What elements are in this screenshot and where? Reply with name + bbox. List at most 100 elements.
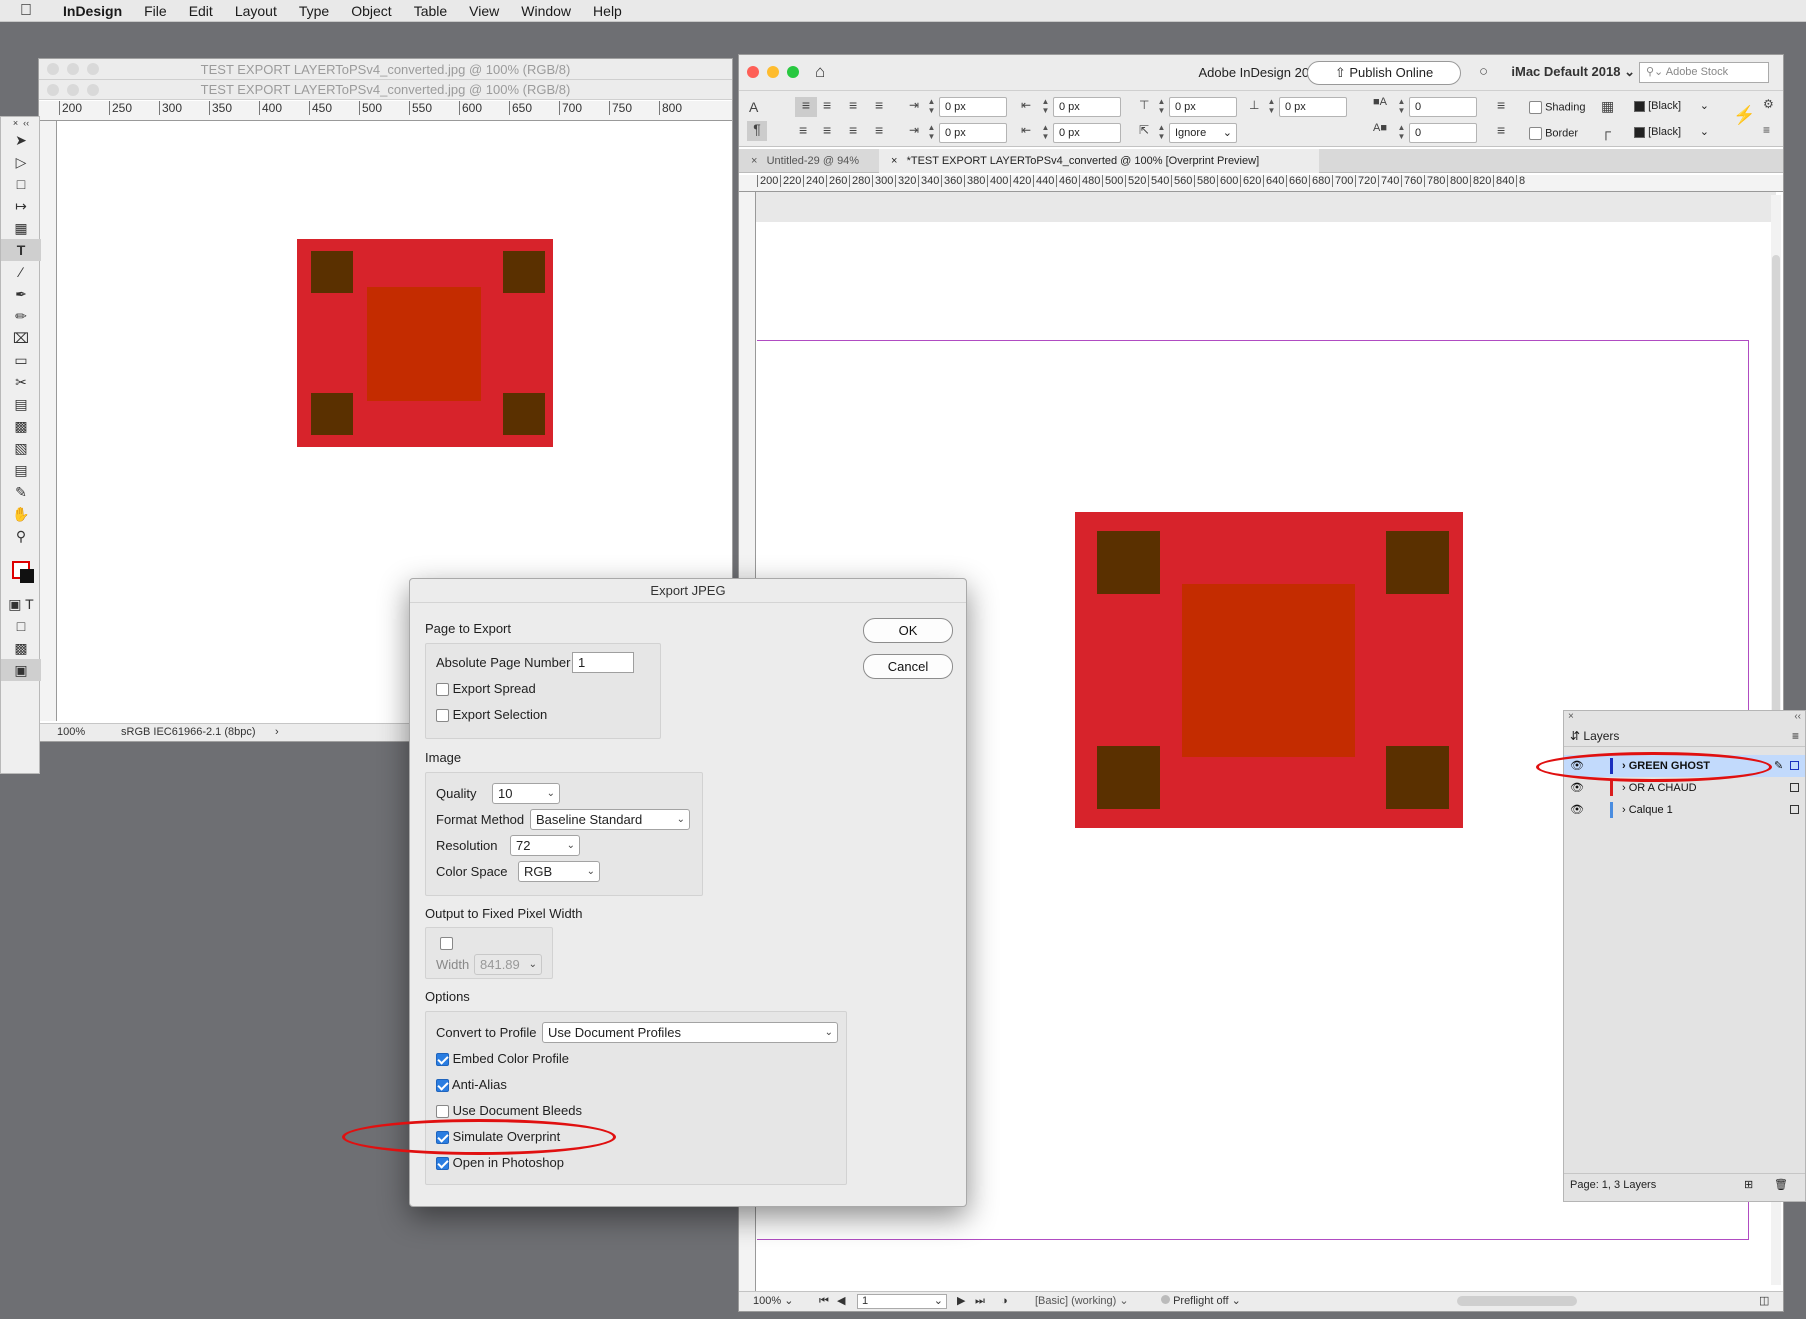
border-swatch-select[interactable]: [Black] ⌄ [1629, 123, 1709, 143]
border-toggle[interactable]: Border [1529, 127, 1578, 140]
fixed-width-checkbox[interactable] [440, 937, 453, 951]
panel-menu-icon[interactable]: ≡ [1763, 123, 1770, 137]
space-after-stepper[interactable]: ▲ ▼ [1265, 97, 1278, 117]
align-right-icon[interactable]: ≡ [849, 97, 857, 113]
layer-target-icon[interactable] [1790, 805, 1799, 814]
rect-frame-icon[interactable]: ⌧ [1, 327, 41, 349]
drop-cap-chars-stepper[interactable]: ▲ ▼ [1395, 123, 1408, 143]
color-space-select[interactable]: RGB ⌄ [518, 861, 600, 882]
space-before-stepper[interactable]: ▲ ▼ [1155, 97, 1168, 117]
view-mode-icon[interactable]: ▣ [1, 659, 41, 681]
new-layer-icon[interactable]: ⊞ [1744, 1174, 1753, 1196]
ps-chevron-right-icon[interactable]: › [275, 724, 279, 741]
page-number-field[interactable]: 1 ⌄ [857, 1294, 947, 1309]
left-indent-stepper[interactable]: ▲ ▼ [925, 97, 938, 117]
quality-select[interactable]: 10 ⌄ [492, 783, 560, 804]
border-settings-icon[interactable]: ┌ [1601, 123, 1611, 139]
anti-alias-checkbox[interactable] [436, 1079, 449, 1093]
right-indent-field[interactable]: 0 px [1053, 97, 1121, 117]
align-towards-spine-icon[interactable]: ≡ [875, 97, 883, 113]
drop-cap-lines-stepper[interactable]: ▲ ▼ [1395, 97, 1408, 117]
menu-layout[interactable]: Layout [224, 3, 288, 19]
align-center-icon[interactable]: ≡ [823, 97, 831, 113]
align-grid-stepper[interactable]: ▲ ▼ [1155, 123, 1168, 143]
pen-tool-icon[interactable]: ✒ [1, 283, 41, 305]
last-line-indent-field[interactable]: 0 px [1053, 123, 1121, 143]
use-bleeds-option[interactable]: Use Document Bleeds [436, 1103, 582, 1119]
left-indent-field[interactable]: 0 px [939, 97, 1007, 117]
menu-table[interactable]: Table [403, 3, 458, 19]
publish-online-button[interactable]: ⇧ Publish Online [1307, 61, 1461, 85]
visibility-eye-icon[interactable]: 👁 [1570, 799, 1584, 821]
first-line-stepper[interactable]: ▲ ▼ [925, 123, 938, 143]
bullets-icon[interactable]: ≡ [1497, 97, 1505, 113]
space-after-field[interactable]: 0 px [1279, 97, 1347, 117]
justify-left-icon[interactable]: ≡ [799, 122, 807, 138]
tab-untitled[interactable]: × Untitled-29 @ 94% [739, 149, 879, 173]
settings-gear-icon[interactable]: ⚙ [1763, 97, 1774, 111]
apple-icon[interactable]:  [0, 2, 52, 20]
embed-profile-checkbox[interactable] [436, 1053, 449, 1067]
line-tool-icon[interactable]: ∕ [1, 261, 41, 283]
first-page-icon[interactable]: ⏮ [819, 1292, 829, 1311]
split-window-icon[interactable]: ◫ [1759, 1292, 1769, 1311]
pencil-tool-icon[interactable]: ✏ [1, 305, 41, 327]
last-line-stepper[interactable]: ▲ ▼ [1039, 123, 1052, 143]
horizontal-scrollbar[interactable] [1457, 1296, 1577, 1306]
gap-tool-icon[interactable]: ↦ [1, 195, 41, 217]
layers-menu-icon[interactable]: ≡ [1792, 725, 1799, 747]
right-indent-stepper[interactable]: ▲ ▼ [1039, 97, 1052, 117]
rectangle-tool-icon[interactable]: ▭ [1, 349, 41, 371]
shading-checkbox[interactable] [1529, 101, 1542, 114]
apply-none-icon[interactable]: □ [1, 615, 41, 637]
page-tool-icon[interactable]: □ [1, 173, 41, 195]
minimize-window-icon[interactable] [767, 66, 779, 78]
id-zoom-select[interactable]: 100% ⌄ [753, 1292, 793, 1311]
menu-view[interactable]: View [458, 3, 510, 19]
format-method-select[interactable]: Baseline Standard ⌄ [530, 809, 690, 830]
space-before-field[interactable]: 0 px [1169, 97, 1237, 117]
quick-apply-icon[interactable]: ⚡ [1733, 105, 1755, 126]
trash-icon[interactable]: 🗑 [1774, 1174, 1788, 1196]
export-spread-option[interactable]: Export Spread [436, 681, 536, 697]
home-icon[interactable]: ⌂ [815, 62, 825, 82]
menu-help[interactable]: Help [582, 3, 633, 19]
drop-cap-lines-field[interactable]: 0 [1409, 97, 1477, 117]
eyedropper-icon[interactable]: ✎ [1, 481, 41, 503]
embed-profile-option[interactable]: Embed Color Profile [436, 1051, 569, 1067]
formatting-affects-icon[interactable]: ▣ T [1, 593, 41, 615]
zoom-tool-icon[interactable]: ⚲ [1, 525, 41, 547]
ok-button[interactable]: OK [863, 618, 953, 643]
cancel-button[interactable]: Cancel [863, 654, 953, 679]
menu-object[interactable]: Object [340, 3, 402, 19]
preflight-status[interactable]: Preflight off ⌄ [1161, 1292, 1241, 1311]
scissors-icon[interactable]: ✂ [1, 371, 41, 393]
open-photoshop-option[interactable]: Open in Photoshop [436, 1155, 564, 1171]
hand-tool-icon[interactable]: ✋ [1, 503, 41, 525]
content-collector-icon[interactable]: ▦ [1, 217, 41, 239]
menu-type[interactable]: Type [288, 3, 340, 19]
export-spread-checkbox[interactable] [436, 683, 449, 697]
drop-cap-chars-field[interactable]: 0 [1409, 123, 1477, 143]
justify-right-icon[interactable]: ≡ [849, 122, 857, 138]
border-checkbox[interactable] [1529, 127, 1542, 140]
open-page-icon[interactable]: ◑ [1001, 1292, 1008, 1311]
zoom-window-icon[interactable] [787, 66, 799, 78]
layer-row-calque-1[interactable]: 👁 › Calque 1 [1564, 799, 1805, 821]
justify-all-icon[interactable]: ≡ [875, 122, 883, 138]
close-window-icon[interactable] [747, 66, 759, 78]
align-grid-select[interactable]: Ignore ⌄ [1169, 123, 1237, 143]
layer-target-icon[interactable] [1790, 783, 1799, 792]
layer-target-icon[interactable] [1790, 761, 1799, 770]
character-mode-icon[interactable]: A [749, 99, 758, 115]
selection-tool-icon[interactable]: ➤ [1, 129, 41, 151]
resolution-select[interactable]: 72 ⌄ [510, 835, 580, 856]
layers-tab[interactable]: ⇵ Layers ≡ [1564, 725, 1805, 747]
free-transform-icon[interactable]: ▤ [1, 393, 41, 415]
next-page-icon[interactable]: ▶ [957, 1292, 965, 1311]
note-tool-icon[interactable]: ▤ [1, 459, 41, 481]
shading-swatch-select[interactable]: [Black] ⌄ [1629, 97, 1709, 117]
workspace-switcher[interactable]: iMac Default 2018 ⌄ [1485, 64, 1635, 80]
shading-toggle[interactable]: Shading [1529, 101, 1585, 114]
menu-app[interactable]: InDesign [52, 3, 133, 19]
